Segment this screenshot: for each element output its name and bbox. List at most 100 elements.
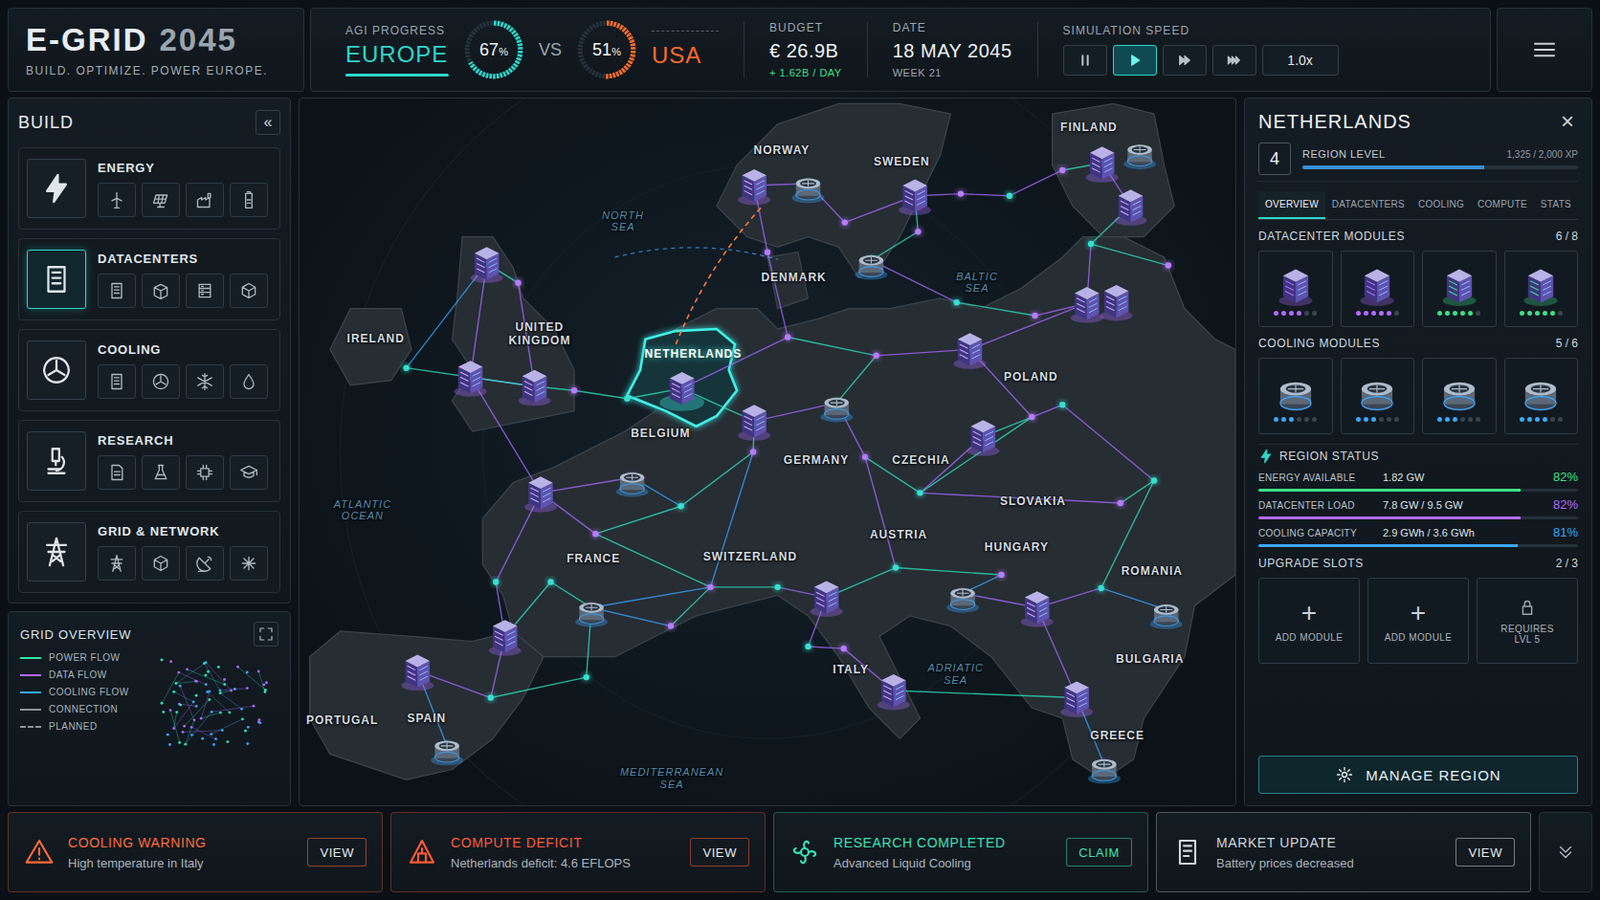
grid-node[interactable] bbox=[957, 190, 964, 197]
grid-node[interactable] bbox=[547, 578, 554, 585]
grid-node[interactable] bbox=[916, 489, 923, 496]
cooling-pin[interactable] bbox=[792, 178, 825, 204]
cooling-module[interactable] bbox=[1258, 357, 1334, 435]
datacenter-pin[interactable] bbox=[400, 655, 434, 691]
datacenter-pin[interactable] bbox=[524, 476, 557, 512]
datacenter-module[interactable] bbox=[1504, 250, 1579, 328]
category-button[interactable] bbox=[26, 249, 87, 310]
build-item[interactable] bbox=[141, 546, 180, 581]
grid-node[interactable] bbox=[914, 228, 921, 235]
tab[interactable]: DATACENTERS bbox=[1325, 191, 1412, 220]
grid-node[interactable] bbox=[1059, 401, 1066, 408]
grid-node[interactable] bbox=[841, 645, 847, 652]
datacenter-pin[interactable] bbox=[810, 580, 844, 617]
datacenter-pin[interactable] bbox=[1070, 287, 1104, 323]
build-item[interactable] bbox=[97, 273, 136, 309]
build-item[interactable] bbox=[141, 364, 180, 400]
minimap[interactable] bbox=[150, 652, 279, 758]
grid-node[interactable] bbox=[1006, 193, 1013, 200]
grid-node[interactable] bbox=[514, 280, 521, 287]
datacenter-pin[interactable] bbox=[877, 674, 911, 711]
grid-node[interactable] bbox=[402, 364, 409, 371]
datacenter-pin[interactable] bbox=[898, 179, 932, 216]
datacenter-module[interactable] bbox=[1422, 250, 1497, 328]
grid-node[interactable] bbox=[862, 454, 868, 461]
add-module-slot[interactable]: +ADD MODULE bbox=[1258, 577, 1360, 665]
datacenter-pin[interactable] bbox=[518, 370, 552, 406]
build-category[interactable]: RESEARCH bbox=[18, 420, 281, 503]
grid-node[interactable] bbox=[677, 503, 684, 510]
datacenter-module[interactable] bbox=[1340, 250, 1416, 328]
cooling-pin[interactable] bbox=[820, 398, 853, 423]
speed-button[interactable] bbox=[1212, 44, 1257, 76]
grid-node[interactable] bbox=[842, 219, 848, 225]
cooling-module[interactable] bbox=[1504, 357, 1579, 435]
category-button[interactable] bbox=[26, 158, 87, 219]
cooling-pin[interactable] bbox=[1088, 759, 1121, 785]
grid-node[interactable] bbox=[764, 248, 771, 255]
grid-node[interactable] bbox=[1117, 500, 1124, 507]
speed-button[interactable] bbox=[1112, 44, 1157, 76]
cooling-pin[interactable] bbox=[854, 255, 888, 281]
datacenter-module[interactable] bbox=[1258, 250, 1334, 328]
grid-node[interactable] bbox=[774, 584, 780, 591]
build-category[interactable]: ENERGY bbox=[18, 147, 281, 230]
build-item[interactable] bbox=[97, 455, 136, 490]
build-category[interactable]: GRID & NETWORK bbox=[18, 511, 281, 594]
map[interactable]: NORWAYSWEDENFINLANDNORTH SEADENMARKBALTI… bbox=[298, 97, 1237, 807]
grid-node[interactable] bbox=[1151, 477, 1157, 484]
tab[interactable]: COMPUTE bbox=[1470, 191, 1534, 220]
grid-node[interactable] bbox=[1097, 585, 1104, 592]
grid-node[interactable] bbox=[492, 578, 499, 585]
grid-node[interactable] bbox=[998, 572, 1004, 578]
tab[interactable]: COOLING bbox=[1411, 191, 1471, 220]
notification-action-button[interactable]: VIEW bbox=[307, 838, 367, 867]
datacenter-pin[interactable] bbox=[488, 620, 522, 656]
grid-node[interactable] bbox=[667, 622, 674, 629]
build-item[interactable] bbox=[141, 455, 180, 490]
category-button[interactable] bbox=[26, 340, 87, 400]
grid-node[interactable] bbox=[488, 694, 494, 701]
build-item[interactable] bbox=[185, 546, 224, 581]
grid-node[interactable] bbox=[1028, 414, 1035, 421]
speed-multiplier[interactable]: 1.0x bbox=[1262, 44, 1339, 76]
tab[interactable]: STATS bbox=[1533, 191, 1578, 220]
datacenter-pin[interactable] bbox=[737, 169, 771, 205]
datacenter-pin[interactable] bbox=[737, 404, 771, 441]
datacenter-pin[interactable] bbox=[454, 360, 488, 397]
build-item[interactable] bbox=[97, 546, 136, 581]
category-button[interactable] bbox=[26, 522, 87, 582]
build-item[interactable] bbox=[185, 364, 224, 400]
tab[interactable]: OVERVIEW bbox=[1258, 191, 1326, 220]
grid-node[interactable] bbox=[750, 448, 756, 455]
grid-node[interactable] bbox=[954, 299, 960, 306]
build-item[interactable] bbox=[97, 364, 136, 400]
grid-node[interactable] bbox=[1031, 312, 1038, 319]
collapse-button[interactable]: « bbox=[255, 110, 281, 135]
datacenter-pin[interactable] bbox=[954, 333, 987, 369]
speed-button[interactable] bbox=[1162, 44, 1207, 76]
datacenter-pin[interactable] bbox=[1113, 189, 1147, 225]
selected-region[interactable] bbox=[626, 329, 737, 427]
grid-node[interactable] bbox=[873, 353, 880, 359]
close-button[interactable]: × bbox=[1556, 110, 1578, 134]
grid-node[interactable] bbox=[1088, 241, 1094, 247]
build-item[interactable] bbox=[229, 364, 268, 400]
grid-node[interactable] bbox=[707, 584, 713, 591]
grid-node[interactable] bbox=[571, 387, 578, 394]
cooling-pin[interactable] bbox=[430, 741, 464, 767]
notification-action-button[interactable]: CLAIM bbox=[1066, 838, 1133, 867]
build-category[interactable]: COOLING bbox=[18, 329, 281, 412]
map-canvas[interactable] bbox=[299, 98, 1236, 806]
grid-node[interactable] bbox=[592, 531, 599, 537]
grid-node[interactable] bbox=[804, 644, 811, 650]
cooling-module[interactable] bbox=[1340, 357, 1416, 435]
cooling-pin[interactable] bbox=[575, 602, 608, 628]
cooling-pin[interactable] bbox=[1150, 604, 1183, 630]
datacenter-pin[interactable] bbox=[1021, 591, 1054, 627]
grid-node[interactable] bbox=[1059, 167, 1066, 174]
manage-region-button[interactable]: MANAGE REGION bbox=[1258, 755, 1578, 795]
menu-button[interactable] bbox=[1496, 7, 1593, 92]
build-category[interactable]: DATACENTERS bbox=[18, 238, 281, 321]
grid-node[interactable] bbox=[623, 396, 630, 402]
